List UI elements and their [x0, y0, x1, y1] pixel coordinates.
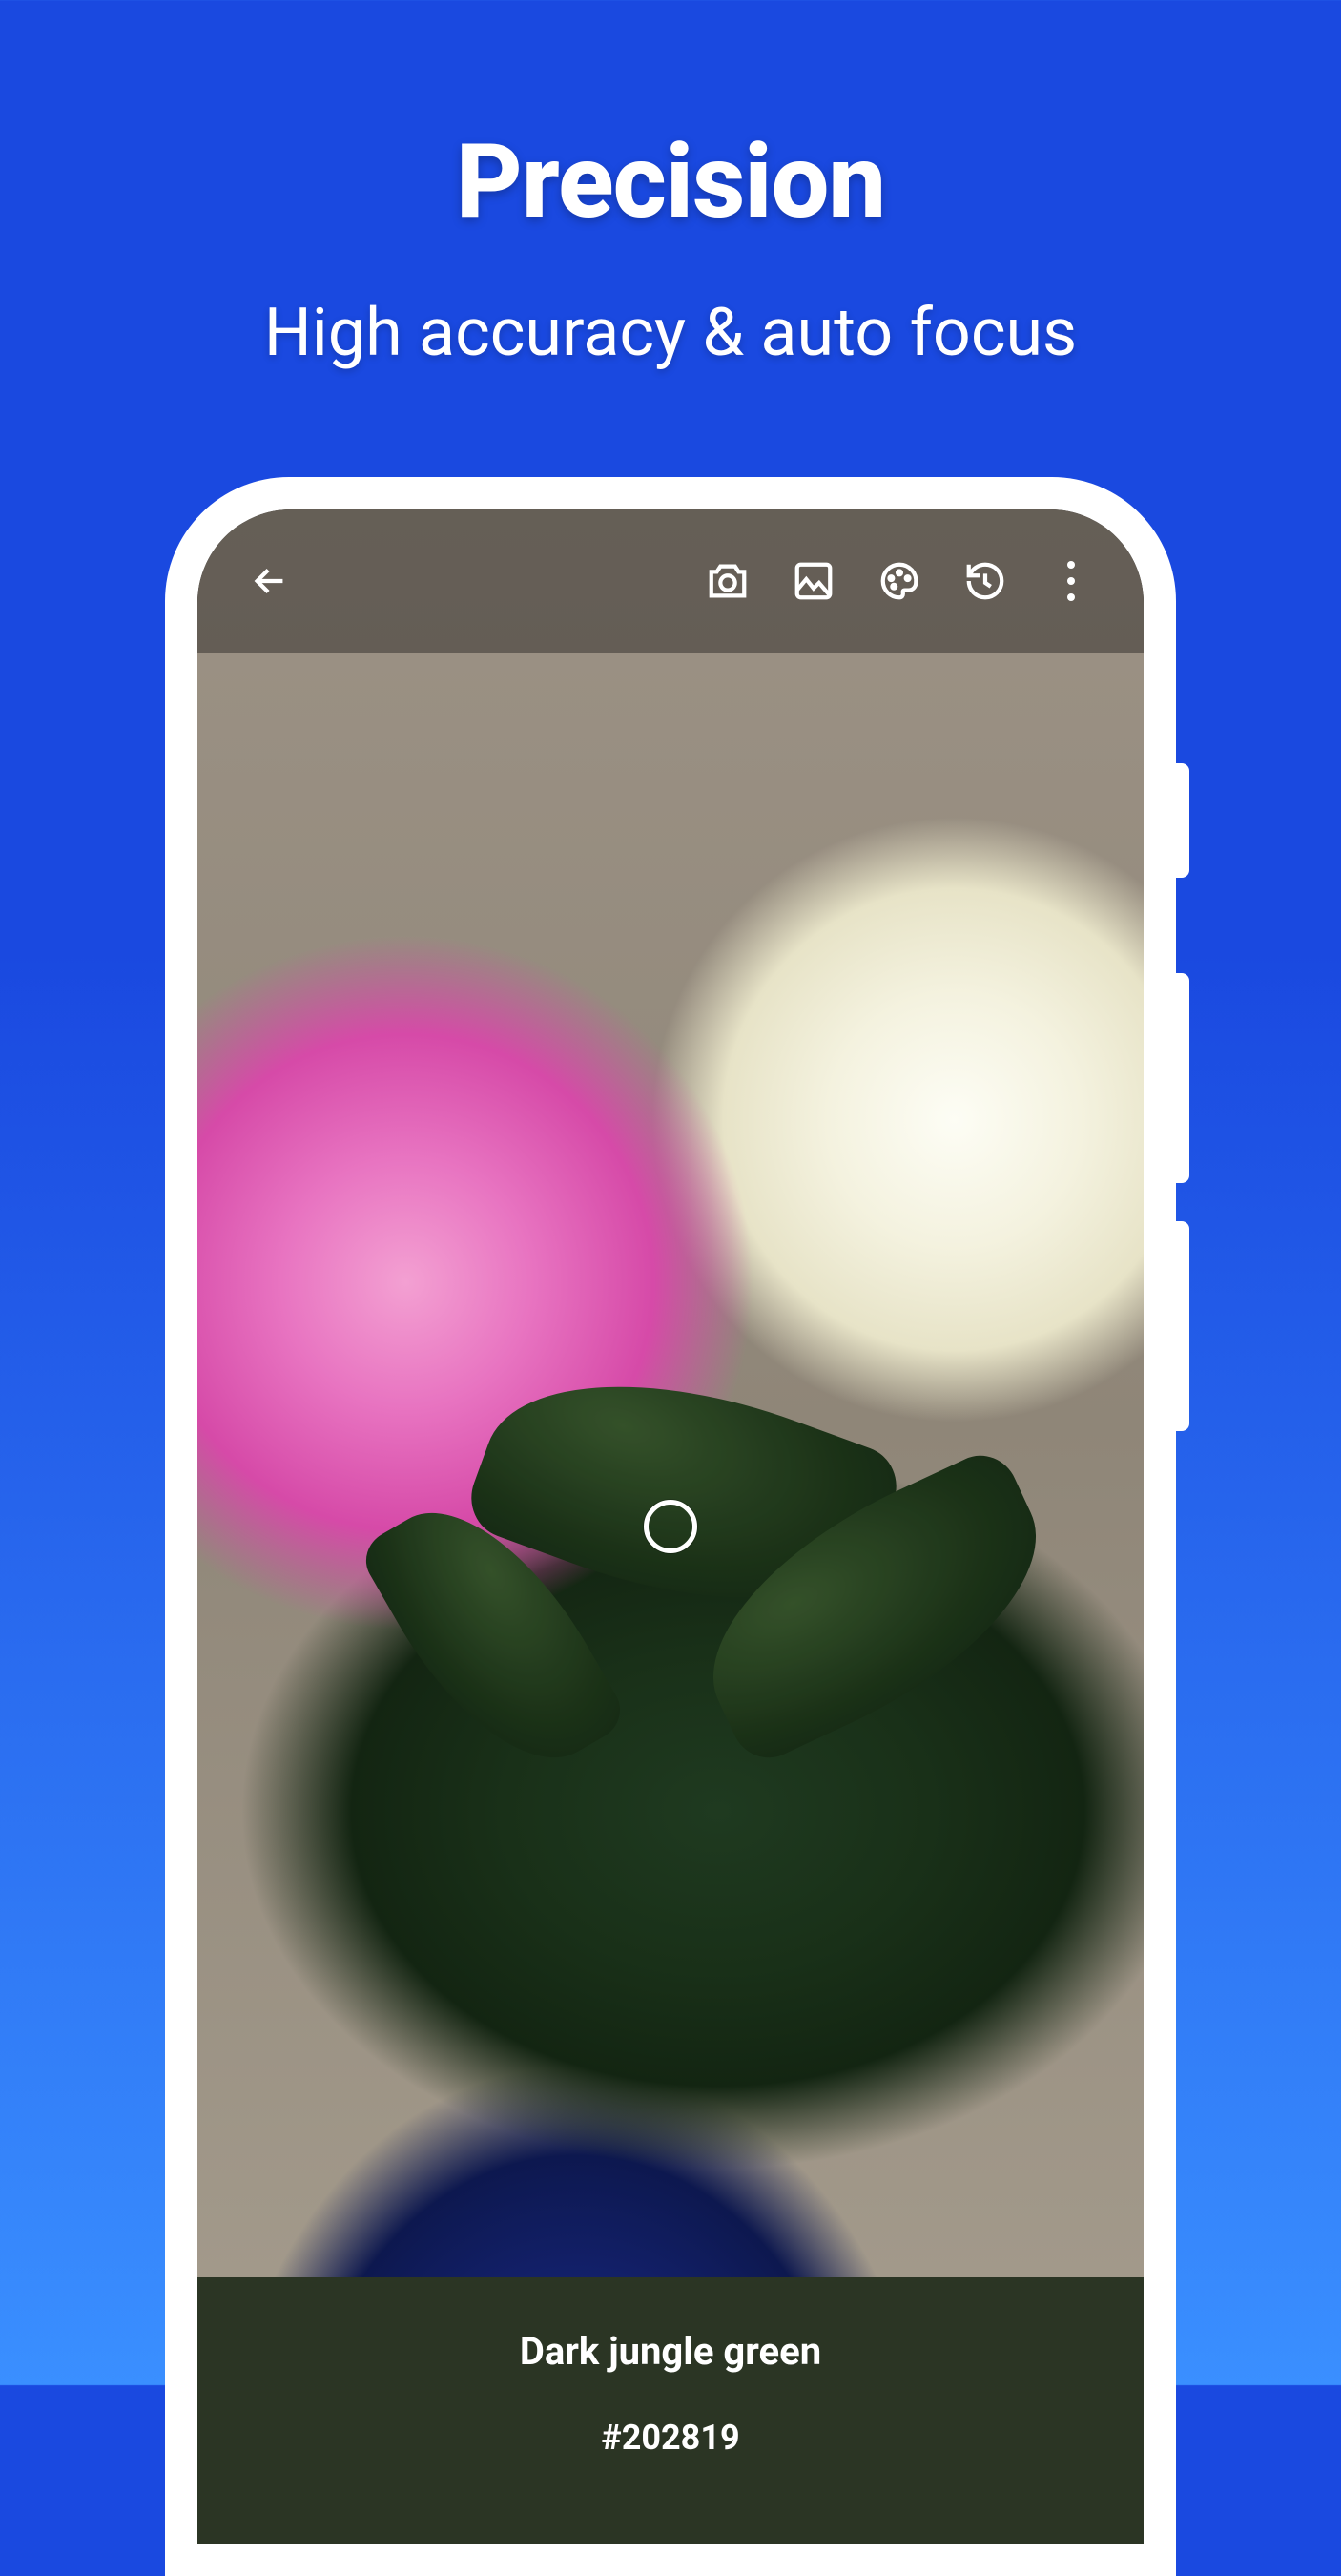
phone-side-button: [1176, 1221, 1189, 1431]
color-readout[interactable]: Dark jungle green #202819: [197, 2277, 1144, 2544]
promo-title: Precision: [456, 122, 885, 242]
image-icon: [792, 559, 836, 603]
history-icon: [963, 559, 1007, 603]
phone-frame: Dark jungle green #202819: [165, 477, 1176, 2576]
more-button[interactable]: [1033, 543, 1109, 619]
focus-ring-icon[interactable]: [644, 1500, 697, 1553]
history-button[interactable]: [947, 543, 1023, 619]
more-vert-icon: [1067, 593, 1075, 601]
more-vert-icon: [1067, 561, 1075, 569]
camera-button[interactable]: [690, 543, 766, 619]
phone-side-button: [1176, 973, 1189, 1183]
phone-screen: Dark jungle green #202819: [197, 509, 1144, 2544]
back-button[interactable]: [232, 543, 308, 619]
more-vert-icon: [1067, 577, 1075, 585]
palette-button[interactable]: [861, 543, 938, 619]
palette-icon: [877, 559, 921, 603]
camera-icon: [706, 559, 750, 603]
detected-color-name: Dark jungle green: [217, 2329, 1124, 2374]
phone-side-button: [1176, 763, 1189, 878]
gallery-button[interactable]: [775, 543, 852, 619]
app-toolbar: [197, 509, 1144, 653]
promo-subtitle: High accuracy & auto focus: [264, 294, 1077, 372]
detected-color-hex: #202819: [217, 2418, 1124, 2458]
arrow-left-icon: [248, 559, 292, 603]
